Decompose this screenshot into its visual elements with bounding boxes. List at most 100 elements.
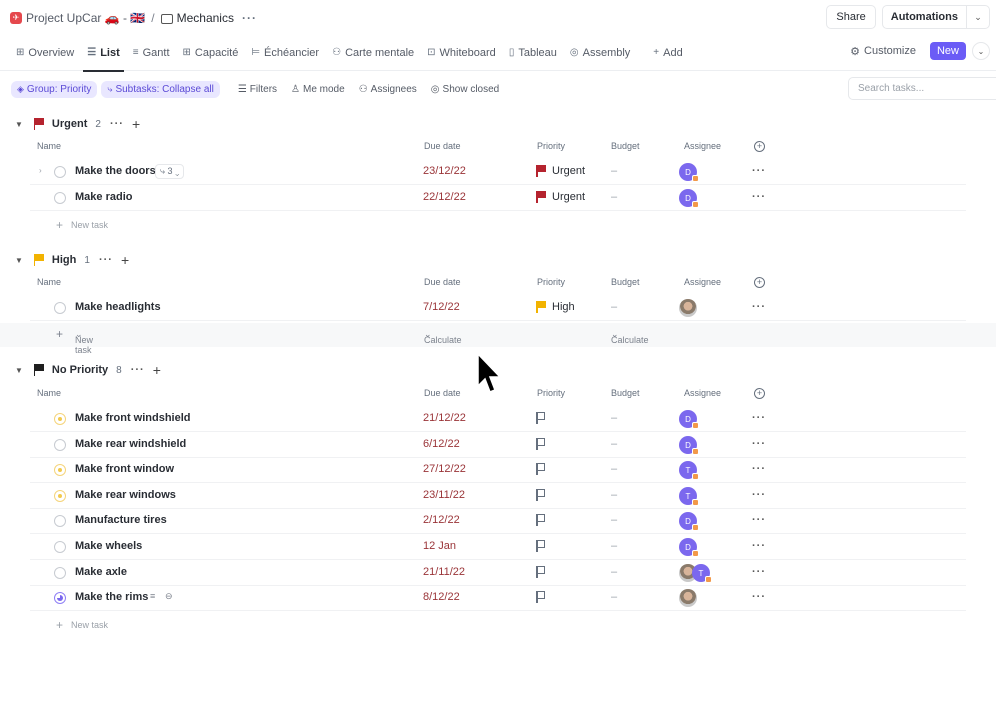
collapse-caret-icon[interactable]: ▼	[15, 120, 23, 129]
row-more-icon[interactable]: ···	[752, 514, 766, 526]
expand-arrow-icon[interactable]: ›	[39, 166, 42, 175]
due-date[interactable]: 21/11/22	[423, 566, 465, 578]
new-task-button[interactable]: + New task	[56, 215, 108, 235]
priority-cell[interactable]: Urgent	[536, 191, 585, 203]
more-icon[interactable]: ···	[110, 118, 124, 130]
add-column-icon[interactable]: +	[754, 141, 765, 152]
breadcrumb-folder[interactable]: Mechanics	[177, 11, 234, 25]
column-priority[interactable]: Priority	[537, 141, 565, 151]
column-priority[interactable]: Priority	[537, 388, 565, 398]
folder-more-icon[interactable]: ···	[242, 11, 257, 25]
budget-cell[interactable]: –	[611, 412, 617, 424]
status-in-progress-icon[interactable]	[54, 464, 66, 476]
row-more-icon[interactable]: ···	[752, 463, 766, 475]
column-due-date[interactable]: Due date	[424, 388, 461, 398]
task-name[interactable]: Make front windshield	[75, 412, 191, 424]
tab-tableau[interactable]: ▯ Tableau	[509, 35, 557, 71]
column-assignee[interactable]: Assignee	[684, 388, 721, 398]
priority-cell[interactable]	[536, 438, 552, 450]
column-budget[interactable]: Budget	[611, 277, 640, 287]
row-more-icon[interactable]: ···	[752, 489, 766, 501]
budget-cell[interactable]: –	[611, 591, 617, 603]
tab-whiteboard[interactable]: ⊡ Whiteboard	[427, 35, 496, 71]
task-name[interactable]: Make axle	[75, 566, 127, 578]
assignee-cell[interactable]: D	[679, 512, 699, 531]
row-more-icon[interactable]: ···	[752, 301, 766, 313]
tab-overview[interactable]: ⊞ Overview	[16, 35, 74, 71]
status-todo-icon[interactable]	[54, 439, 66, 451]
task-name[interactable]: Make headlights	[75, 301, 161, 313]
task-name[interactable]: Manufacture tires	[75, 514, 167, 526]
subtask-count-badge[interactable]: ⤷ 3 ⌄	[155, 164, 185, 179]
tab-gantt[interactable]: ≡ Gantt	[133, 35, 170, 71]
column-priority[interactable]: Priority	[537, 277, 565, 287]
status-todo-icon[interactable]	[54, 302, 66, 314]
table-row[interactable]: › Make the doors ⤷ 3 ⌄ 23/12/22 Urgent –…	[30, 159, 966, 185]
budget-cell[interactable]: –	[611, 438, 617, 450]
tab-capacite[interactable]: ⊞ Capacité	[183, 35, 239, 71]
customize-button[interactable]: ⚙ Customize	[850, 45, 916, 58]
more-icon[interactable]: ···	[99, 254, 113, 266]
task-name[interactable]: Make the rims	[75, 591, 148, 603]
priority-cell[interactable]	[536, 540, 552, 552]
priority-cell[interactable]: Urgent	[536, 165, 585, 177]
budget-cell[interactable]: –	[611, 165, 617, 177]
breadcrumb-project[interactable]: Project UpCar 🚗 - 🇬🇧	[26, 11, 145, 25]
add-column-icon[interactable]: +	[754, 277, 765, 288]
row-more-icon[interactable]: ···	[752, 438, 766, 450]
add-column-icon[interactable]: +	[754, 388, 765, 399]
status-todo-icon[interactable]	[54, 541, 66, 553]
budget-cell[interactable]: –	[611, 540, 617, 552]
status-review-icon[interactable]	[54, 592, 66, 604]
add-view-button[interactable]: + Add	[653, 35, 682, 71]
task-name[interactable]: Make wheels	[75, 540, 142, 552]
share-button[interactable]: Share	[826, 5, 876, 29]
show-closed-button[interactable]: ◎ Show closed	[431, 84, 499, 95]
task-name[interactable]: Make radio	[75, 191, 132, 203]
table-row[interactable]: Make axle 21/11/22 – T ···	[30, 560, 966, 586]
row-more-icon[interactable]: ···	[752, 165, 766, 177]
due-date[interactable]: 27/12/22	[423, 463, 466, 475]
table-row[interactable]: Make front window 27/12/22 – T ···	[30, 457, 966, 483]
task-name[interactable]: Make the doors	[75, 165, 156, 177]
priority-cell[interactable]	[536, 514, 552, 526]
table-row[interactable]: Make headlights 7/12/22 High – ···	[30, 295, 966, 321]
due-date[interactable]: 8/12/22	[423, 591, 460, 603]
task-name[interactable]: Make front window	[75, 463, 174, 475]
status-in-progress-icon[interactable]	[54, 413, 66, 425]
task-name[interactable]: Make rear windshield	[75, 438, 186, 450]
status-todo-icon[interactable]	[54, 515, 66, 527]
add-task-icon[interactable]: +	[153, 362, 161, 378]
budget-cell[interactable]: –	[611, 489, 617, 501]
status-todo-icon[interactable]	[54, 166, 66, 178]
task-name[interactable]: Make rear windows	[75, 489, 176, 501]
assignee-cell[interactable]: D	[679, 538, 699, 557]
row-more-icon[interactable]: ···	[752, 191, 766, 203]
assignee-cell[interactable]	[679, 589, 697, 607]
budget-cell[interactable]: –	[611, 463, 617, 475]
due-date[interactable]: 23/12/22	[423, 165, 466, 177]
column-due-date[interactable]: Due date	[424, 141, 461, 151]
assignee-cell[interactable]: D	[679, 436, 699, 455]
filters-button[interactable]: ☰ Filters	[238, 84, 277, 95]
budget-cell[interactable]: –	[611, 514, 617, 526]
status-in-progress-icon[interactable]	[54, 490, 66, 502]
search-input[interactable]: Search tasks...	[848, 77, 996, 100]
budget-cell[interactable]: –	[611, 191, 617, 203]
table-row[interactable]: Make rear windows 23/11/22 – T ···	[30, 483, 966, 509]
due-date[interactable]: 2/12/22	[423, 514, 460, 526]
row-more-icon[interactable]: ···	[752, 566, 766, 578]
due-date[interactable]: 12 Jan	[423, 540, 456, 552]
add-task-icon[interactable]: +	[132, 116, 140, 132]
column-budget[interactable]: Budget	[611, 141, 640, 151]
tab-assembly[interactable]: ◎ Assembly	[570, 35, 630, 71]
due-date[interactable]: 21/12/22	[423, 412, 466, 424]
new-task-button[interactable]: + New task	[56, 615, 108, 635]
budget-cell[interactable]: –	[611, 566, 617, 578]
me-mode-button[interactable]: ♙ Me mode	[291, 84, 345, 95]
row-more-icon[interactable]: ···	[752, 591, 766, 603]
tab-carte-mentale[interactable]: ⚇ Carte mentale	[332, 35, 414, 71]
assignees-button[interactable]: ⚇ Assignees	[359, 84, 417, 95]
table-row[interactable]: Make radio 22/12/22 Urgent – D ···	[30, 185, 966, 211]
due-date[interactable]: 6/12/22	[423, 438, 460, 450]
